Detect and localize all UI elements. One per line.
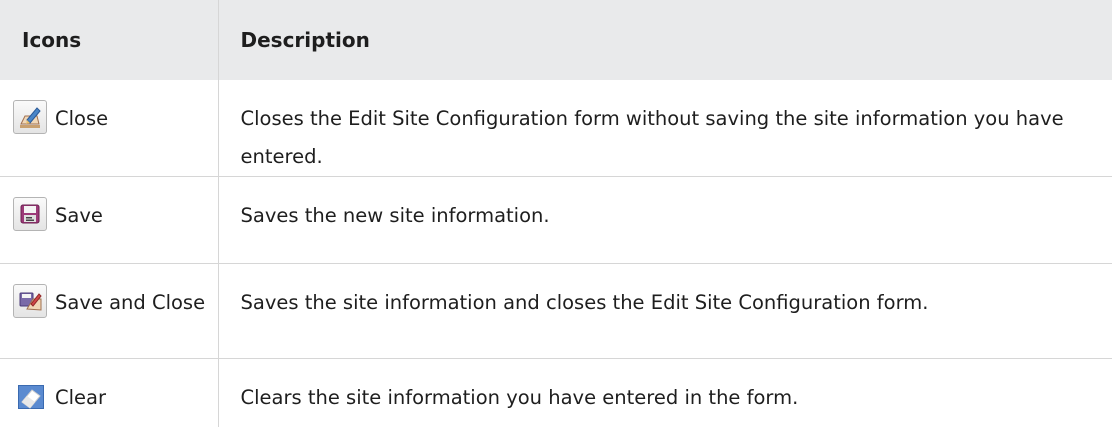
clear-eraser-icon [13,379,47,413]
table-header: Icons Description [0,0,1112,80]
icon-cell: Save and Close [0,263,218,359]
description-cell: Saves the site information and closes th… [217,263,1112,359]
icon-label: Save [55,204,103,227]
icon-cell: Clear [0,359,218,428]
save-disk-icon [13,197,47,231]
save-and-close-icon [13,284,47,318]
icon-cell: Close [0,80,218,177]
table-row: Clear Clears the site information you ha… [0,358,1112,428]
close-edit-icon [13,100,47,134]
icon-label: Close [55,107,109,130]
icon-label: Save and Close [55,291,206,314]
description-cell: Saves the new site information. [217,176,1112,264]
icon-label: Clear [55,386,106,409]
table-row: Save Saves the new site information. [0,176,1112,264]
description-cell: Clears the site information you have ent… [217,358,1112,427]
description-cell: Closes the Edit Site Configuration form … [217,80,1112,177]
header-description: Description [217,0,1112,80]
icons-description-table: Icons Description Close Closes the Edit … [0,0,1112,427]
header-row: Icons Description [0,0,1112,80]
table-row: Close Closes the Edit Site Configuration… [0,80,1112,177]
icon-cell: Save [0,176,218,264]
header-icons: Icons [22,28,82,52]
table-row: Save and Close Saves the site informatio… [0,263,1112,359]
